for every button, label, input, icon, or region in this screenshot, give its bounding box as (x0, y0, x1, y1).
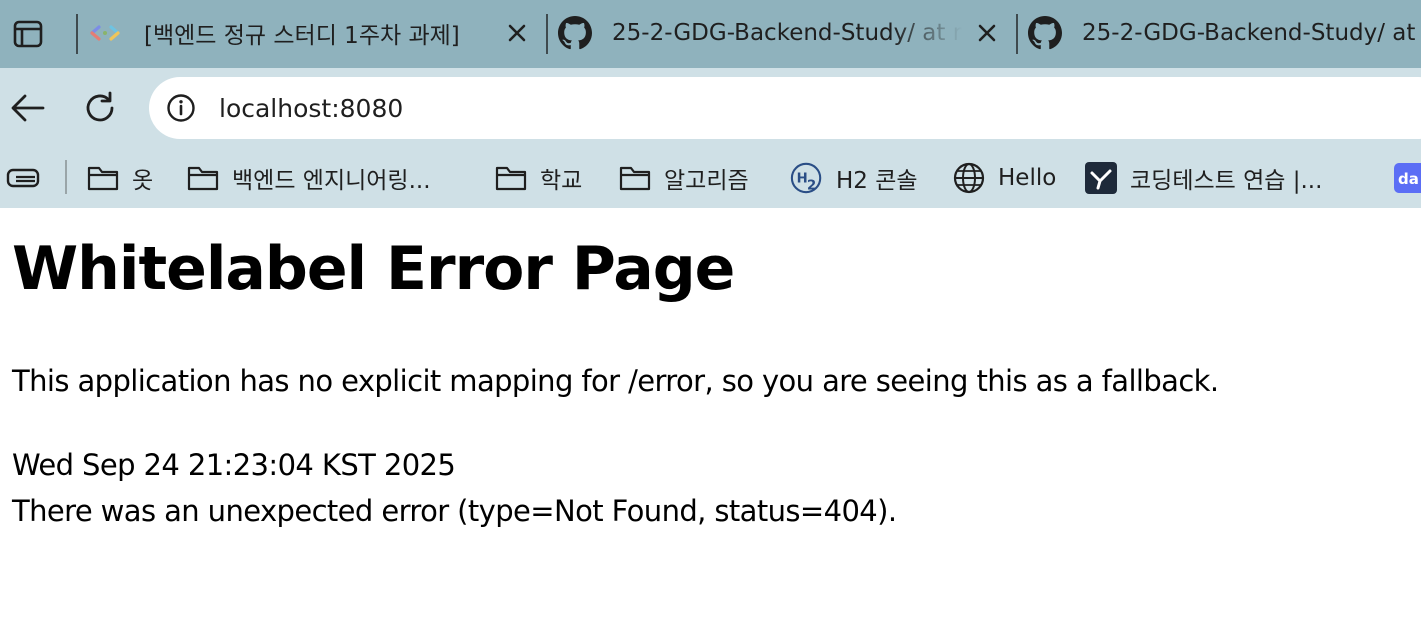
close-icon (508, 24, 526, 42)
tab-strip: [백엔드 정규 스터디 1주차 과제] 25-2-GDG-Backend-Stu… (0, 0, 1421, 68)
github-icon (1028, 16, 1062, 50)
tab-title: [백엔드 정규 스터디 1주차 과제] (144, 23, 460, 49)
bookmark-label: Hello (998, 165, 1057, 191)
folder-icon (494, 161, 528, 195)
tab-github-study[interactable]: 25-2-GDG-Backend-Study/ at ma (558, 10, 1004, 56)
h2-icon: H 2 (790, 161, 824, 195)
svg-text:H: H (797, 172, 808, 187)
bookmark-label: 백엔드 엔지니어링... (232, 168, 431, 194)
error-message: This application has no explicit mapping… (12, 364, 1219, 398)
tab-title: 25-2-GDG-Backend-Study/ at m (1082, 20, 1421, 46)
tab-github-study-2[interactable]: 25-2-GDG-Backend-Study/ at m (1028, 10, 1421, 56)
gemini-icon (88, 16, 122, 50)
bookmark-folder-clothes[interactable]: 옷 (86, 158, 153, 198)
tab-group-icon (6, 168, 40, 188)
back-button[interactable] (6, 86, 50, 130)
github-icon (558, 16, 592, 50)
error-details: Wed Sep 24 21:23:04 KST 2025 There was a… (12, 442, 897, 534)
error-status: There was an unexpected error (type=Not … (12, 494, 897, 528)
bookmark-hello[interactable]: Hello (952, 158, 1056, 198)
svg-text:2: 2 (807, 178, 816, 193)
close-icon (978, 24, 996, 42)
site-info-button[interactable] (165, 92, 197, 124)
tab-study-assignment[interactable]: [백엔드 정규 스터디 1주차 과제] (88, 10, 534, 56)
toolbar (0, 68, 1421, 148)
bookmark-label: 옷 (132, 168, 154, 194)
tab-actions-icon (13, 20, 43, 48)
back-arrow-icon (11, 94, 45, 122)
tab-title: 25-2-GDG-Backend-Study/ at ma (612, 20, 962, 46)
info-icon (167, 94, 195, 122)
bookmark-label: 코딩테스트 연습 |... (1130, 168, 1323, 194)
globe-icon (952, 161, 986, 195)
tab-groups-button[interactable] (6, 158, 40, 198)
bookmark-folder-school[interactable]: 학교 (494, 158, 582, 198)
tab-close-button[interactable] (970, 16, 1004, 50)
bookmark-label: 알고리즘 (664, 168, 749, 194)
daily-dev-icon: da (1394, 161, 1421, 195)
tab-actions-button[interactable] (8, 14, 48, 54)
address-bar[interactable] (149, 77, 1421, 139)
programmers-icon (1084, 161, 1118, 195)
tab-separator (76, 14, 78, 54)
bookmark-folder-algorithm[interactable]: 알고리즘 (618, 158, 749, 198)
tab-close-button[interactable] (500, 16, 534, 50)
tab-separator (1016, 14, 1018, 54)
error-timestamp: Wed Sep 24 21:23:04 KST 2025 (12, 448, 456, 482)
bookmark-h2-console[interactable]: H 2 H2 콘솔 (790, 158, 918, 198)
reload-button[interactable] (78, 86, 122, 130)
page-content: Whitelabel Error Page This application h… (0, 208, 1421, 642)
page-title: Whitelabel Error Page (12, 234, 735, 304)
folder-icon (86, 161, 120, 195)
svg-text:da: da (1398, 170, 1419, 188)
bookmark-label: H2 콘솔 (836, 168, 918, 194)
reload-icon (86, 91, 114, 122)
browser-window: [백엔드 정규 스터디 1주차 과제] 25-2-GDG-Backend-Stu… (0, 0, 1421, 642)
bookmarks-separator (65, 160, 67, 194)
bookmark-daily-dev[interactable]: da (1394, 158, 1421, 198)
bookmark-folder-backend[interactable]: 백엔드 엔지니어링... (186, 158, 431, 198)
tab-separator (546, 14, 548, 54)
bookmark-label: 학교 (540, 168, 583, 194)
folder-icon (618, 161, 652, 195)
bookmark-coding-test[interactable]: 코딩테스트 연습 |... (1084, 158, 1322, 198)
url-input[interactable] (217, 92, 1221, 124)
folder-icon (186, 161, 220, 195)
